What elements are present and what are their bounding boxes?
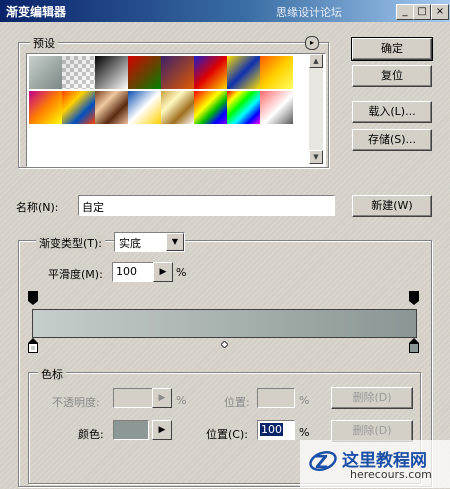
minimize-button[interactable]: _ [396,4,414,20]
close-button[interactable]: × [431,4,449,20]
name-field[interactable]: 自定 [78,195,335,216]
preset-swatch[interactable] [227,56,260,89]
watermark-site: herecours.com [350,468,432,481]
load-button[interactable]: 载入(L)... [352,101,432,123]
scroll-up-icon[interactable]: ▲ [309,54,323,68]
preset-swatch[interactable] [62,91,95,124]
color-location-unit: % [299,426,310,439]
color-location-label: 位置(C): [206,428,248,441]
swatch-grid [29,56,293,126]
preset-swatch[interactable] [29,91,62,124]
reset-button[interactable]: 复位 [352,65,432,87]
chevron-down-icon[interactable]: ▼ [166,233,184,251]
color-location-value: 100 [260,423,283,436]
opacity-unit: % [176,394,187,407]
opacity-location-label: 位置: [224,396,250,409]
site-watermark: Z 这里教程网 herecours.com [300,440,450,488]
svg-text:Z: Z [315,452,328,473]
opacity-input [113,388,153,408]
color-stop-left[interactable] [28,338,38,354]
color-location-input[interactable]: 100 [257,420,295,440]
preset-swatch[interactable] [161,91,194,124]
color-arrow-icon[interactable]: ▶ [152,420,172,440]
opacity-location-input [257,388,295,408]
opacity-delete-button: 删除(D) [331,387,413,409]
new-button[interactable]: 新建(W) [352,195,432,217]
preset-swatch[interactable] [95,56,128,89]
preset-swatch[interactable] [227,91,260,124]
color-stop-icon [409,338,419,353]
presets-scrollbar[interactable]: ▲ ▼ [309,54,323,164]
preset-swatch[interactable] [260,91,293,124]
smoothness-label: 平滑度(M): [48,268,103,281]
presets-list[interactable]: ▲ ▼ [26,53,326,167]
smoothness-unit: % [176,266,187,279]
preset-swatch[interactable] [62,56,95,89]
scroll-down-icon[interactable]: ▼ [309,150,323,164]
presets-label: 预设 [30,35,58,51]
gradient-preview-bar[interactable] [32,309,417,338]
save-button[interactable]: 存储(S)... [352,129,432,151]
name-label: 名称(N): [16,201,59,214]
ok-button[interactable]: 确定 [351,37,433,61]
preset-swatch[interactable] [95,91,128,124]
opacity-label: 不透明度: [52,396,100,409]
color-stop-right-selected[interactable] [409,338,419,354]
opacity-stop-left[interactable] [28,291,38,305]
preset-swatch[interactable] [194,91,227,124]
color-delete-button: 删除(D) [331,420,413,442]
preset-swatch[interactable] [29,56,62,89]
smoothness-input[interactable]: 100 [112,262,154,282]
dialog-body: 预设 ▸ ▲ ▼ 确定 复位 载入(L)... 存储(S)... 名称(N): … [0,22,450,489]
color-stop-icon [28,338,38,353]
preset-swatch[interactable] [161,56,194,89]
preset-swatch[interactable] [128,91,161,124]
color-swatch[interactable] [113,420,149,440]
opacity-arrow-icon: ▶ [152,388,172,408]
color-stops-label: 色标 [38,366,66,382]
gradient-type-value: 实底 [119,237,141,250]
smoothness-arrow-icon[interactable]: ▶ [153,262,173,282]
opacity-location-unit: % [299,394,310,407]
gradient-type-select[interactable]: 实底 ▼ [114,232,185,252]
opacity-stop-icon [28,291,38,305]
presets-menu-icon[interactable]: ▸ [305,36,319,50]
name-value: 自定 [82,201,104,214]
smoothness-value: 100 [116,265,137,278]
preset-swatch[interactable] [260,56,293,89]
logo-icon: Z [308,446,338,476]
preset-swatch[interactable] [194,56,227,89]
gradient-type-label: 渐变类型(T): [36,235,106,251]
preset-swatch[interactable] [128,56,161,89]
opacity-stop-right[interactable] [409,291,419,305]
maximize-button[interactable]: □ [413,4,431,20]
opacity-stop-icon [409,291,419,305]
midpoint-diamond-icon[interactable] [219,338,229,349]
color-label: 颜色: [78,428,104,441]
title-bar: 渐变编辑器 思缘设计论坛 www.MISSYUAN.COM _ □ × [0,0,450,33]
window-title: 渐变编辑器 [6,5,67,19]
